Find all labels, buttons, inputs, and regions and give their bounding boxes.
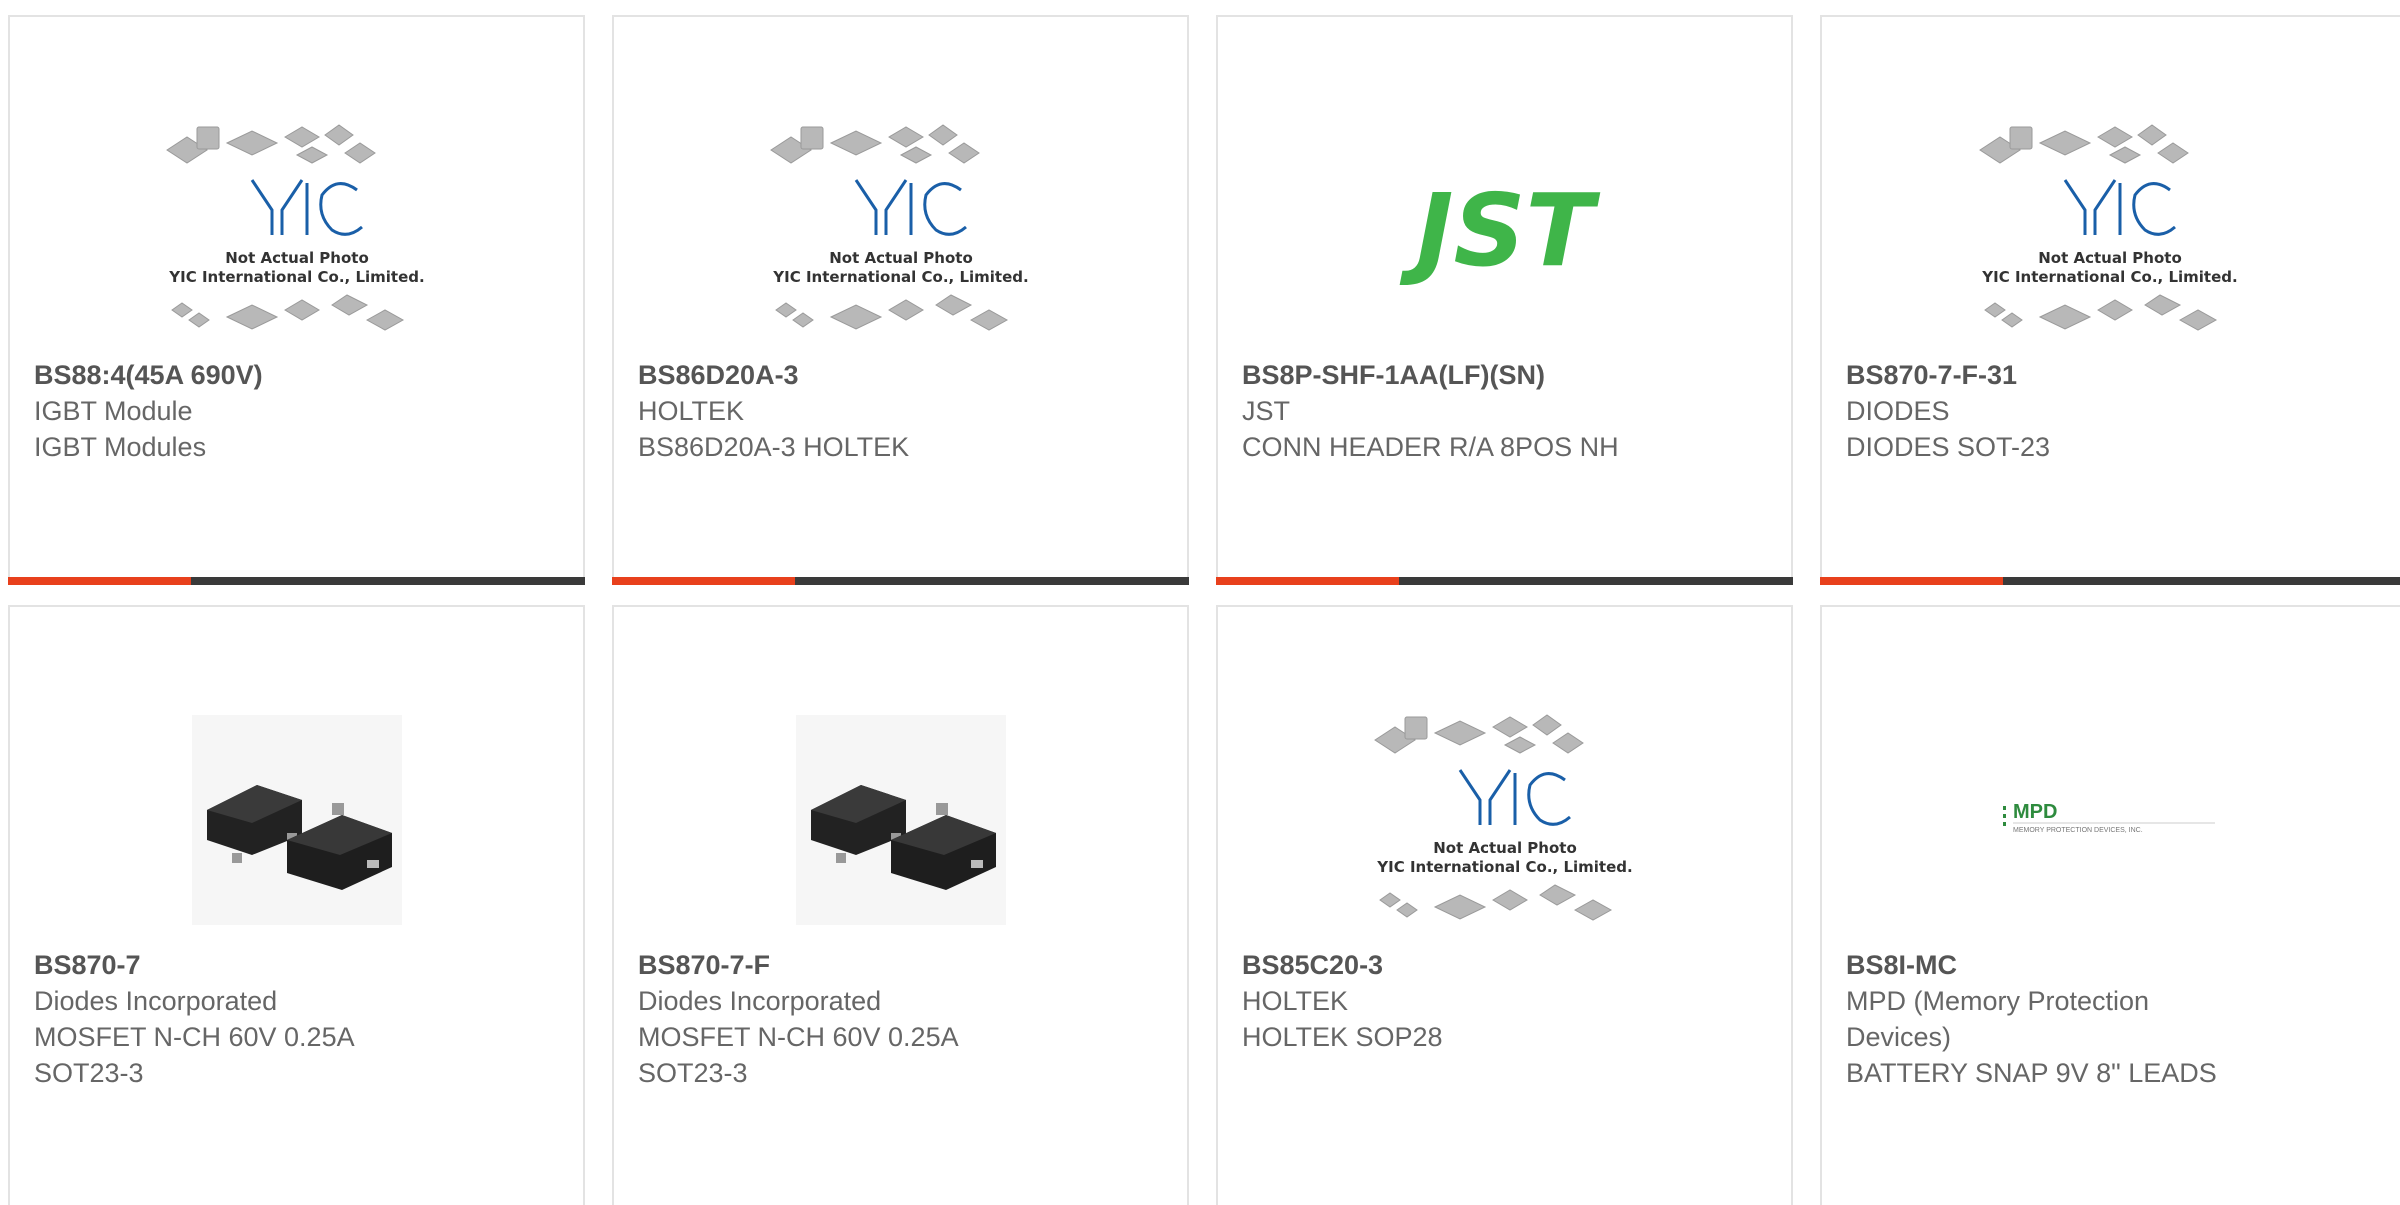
description: IGBT Modules (34, 432, 207, 462)
mpd-logo-subtext: MEMORY PROTECTION DEVICES, INC. (2013, 827, 2143, 834)
yic-image-text-1: Not Actual Photo (829, 249, 973, 267)
yic-placeholder-image: Not Actual Photo YIC International Co., … (165, 124, 424, 331)
description: CONN HEADER R/A 8POS NH (1242, 432, 1619, 462)
yic-image-text-1: Not Actual Photo (2038, 249, 2182, 267)
yic-image-text-2: YIC International Co., Limited. (1981, 268, 2237, 286)
card-progress-bar (1216, 577, 1793, 585)
description: BATTERY SNAP 9V 8" LEADS (1846, 1058, 2217, 1088)
card-bar-accent (8, 577, 191, 585)
part-number[interactable]: BS85C20-3 (1242, 947, 1767, 983)
manufacturer: IGBT Module (34, 396, 193, 426)
part-number[interactable]: BS870-7-F (638, 947, 1163, 983)
description: MOSFET N-CH 60V 0.25A (638, 1022, 959, 1052)
yic-placeholder-image: Not Actual Photo YIC International Co., … (769, 124, 1028, 331)
card-progress-bar (1820, 577, 2400, 585)
card-progress-bar (612, 577, 1189, 585)
mpd-logo-text: MPD (2013, 801, 2057, 823)
sot23-photo-image (191, 715, 402, 925)
sot23-photo-image (795, 715, 1006, 925)
yic-image-text-2: YIC International Co., Limited. (772, 268, 1028, 286)
card-progress-bar (8, 577, 585, 585)
product-image[interactable] (10, 685, 583, 955)
manufacturer: Diodes Incorporated (34, 986, 278, 1016)
package: SOT23-3 (34, 1058, 144, 1088)
product-info: BS870-7-F-31 DIODES DIODES SOT-23 (1846, 357, 2386, 465)
yic-placeholder-image: Not Actual Photo YIC International Co., … (1978, 124, 2237, 331)
product-image[interactable]: Not Actual Photo YIC International Co., … (1822, 95, 2397, 365)
manufacturer: JST (1242, 396, 1291, 426)
part-number[interactable]: BS870-7-F-31 (1846, 357, 2386, 393)
product-info: BS88:4(45A 690V) IGBT Module IGBT Module… (34, 357, 559, 465)
product-grid: Not Actual Photo YIC International Co., … (0, 0, 2400, 1205)
product-image[interactable] (614, 685, 1187, 955)
card-bar-accent (1820, 577, 2003, 585)
product-info: BS870-7-F Diodes Incorporated MOSFET N-C… (638, 947, 1163, 1091)
jst-logo-image: JST (1399, 172, 1600, 289)
product-info: BS8I-MC MPD (Memory Protection Devices) … (1846, 947, 2386, 1091)
card-bar-accent (612, 577, 795, 585)
yic-image-text-2: YIC International Co., Limited. (168, 268, 424, 286)
jst-logo-text: JST (1399, 172, 1600, 289)
product-info: BS85C20-3 HOLTEK HOLTEK SOP28 (1242, 947, 1767, 1055)
yic-placeholder-image: Not Actual Photo YIC International Co., … (1373, 714, 1632, 921)
product-card[interactable]: BS870-7-F Diodes Incorporated MOSFET N-C… (612, 605, 1189, 1205)
product-image[interactable]: MPD MEMORY PROTECTION DEVICES, INC. (1822, 685, 2397, 955)
description: DIODES SOT-23 (1846, 432, 2051, 462)
product-info: BS8P-SHF-1AA(LF)(SN) JST CONN HEADER R/A… (1242, 357, 1767, 465)
card-bar-accent (1216, 577, 1399, 585)
manufacturer: Diodes Incorporated (638, 986, 882, 1016)
product-card[interactable]: Not Actual Photo YIC International Co., … (1820, 15, 2400, 585)
product-image[interactable]: JST (1218, 95, 1791, 365)
product-card[interactable]: MPD MEMORY PROTECTION DEVICES, INC. BS8I… (1820, 605, 2400, 1205)
part-number[interactable]: BS870-7 (34, 947, 559, 983)
product-image[interactable]: Not Actual Photo YIC International Co., … (1218, 685, 1791, 955)
yic-image-text-2: YIC International Co., Limited. (1376, 858, 1632, 876)
yic-image-text-1: Not Actual Photo (225, 249, 369, 267)
product-card[interactable]: JST BS8P-SHF-1AA(LF)(SN) JST CONN HEADER… (1216, 15, 1793, 585)
manufacturer: HOLTEK (638, 396, 745, 426)
part-number[interactable]: BS88:4(45A 690V) (34, 357, 559, 393)
package: SOT23-3 (638, 1058, 748, 1088)
manufacturer: MPD (Memory Protection (1846, 986, 2150, 1016)
part-number[interactable]: BS86D20A-3 (638, 357, 1163, 393)
product-card[interactable]: Not Actual Photo YIC International Co., … (612, 15, 1189, 585)
manufacturer: HOLTEK (1242, 986, 1349, 1016)
product-card[interactable]: Not Actual Photo YIC International Co., … (8, 15, 585, 585)
product-info: BS870-7 Diodes Incorporated MOSFET N-CH … (34, 947, 559, 1091)
mpd-logo-image: MPD MEMORY PROTECTION DEVICES, INC. (2002, 801, 2215, 834)
description: MOSFET N-CH 60V 0.25A (34, 1022, 355, 1052)
product-card[interactable]: BS870-7 Diodes Incorporated MOSFET N-CH … (8, 605, 585, 1205)
description: HOLTEK SOP28 (1242, 1022, 1443, 1052)
product-card[interactable]: Not Actual Photo YIC International Co., … (1216, 605, 1793, 1205)
product-image[interactable]: Not Actual Photo YIC International Co., … (10, 95, 583, 365)
product-info: BS86D20A-3 HOLTEK BS86D20A-3 HOLTEK (638, 357, 1163, 465)
part-number[interactable]: BS8P-SHF-1AA(LF)(SN) (1242, 357, 1767, 393)
manufacturer-continued: Devices) (1846, 1022, 1952, 1052)
description: BS86D20A-3 HOLTEK (638, 432, 910, 462)
yic-image-text-1: Not Actual Photo (1433, 839, 1577, 857)
part-number[interactable]: BS8I-MC (1846, 947, 2386, 983)
product-image[interactable]: Not Actual Photo YIC International Co., … (614, 95, 1187, 365)
manufacturer: DIODES (1846, 396, 1950, 426)
